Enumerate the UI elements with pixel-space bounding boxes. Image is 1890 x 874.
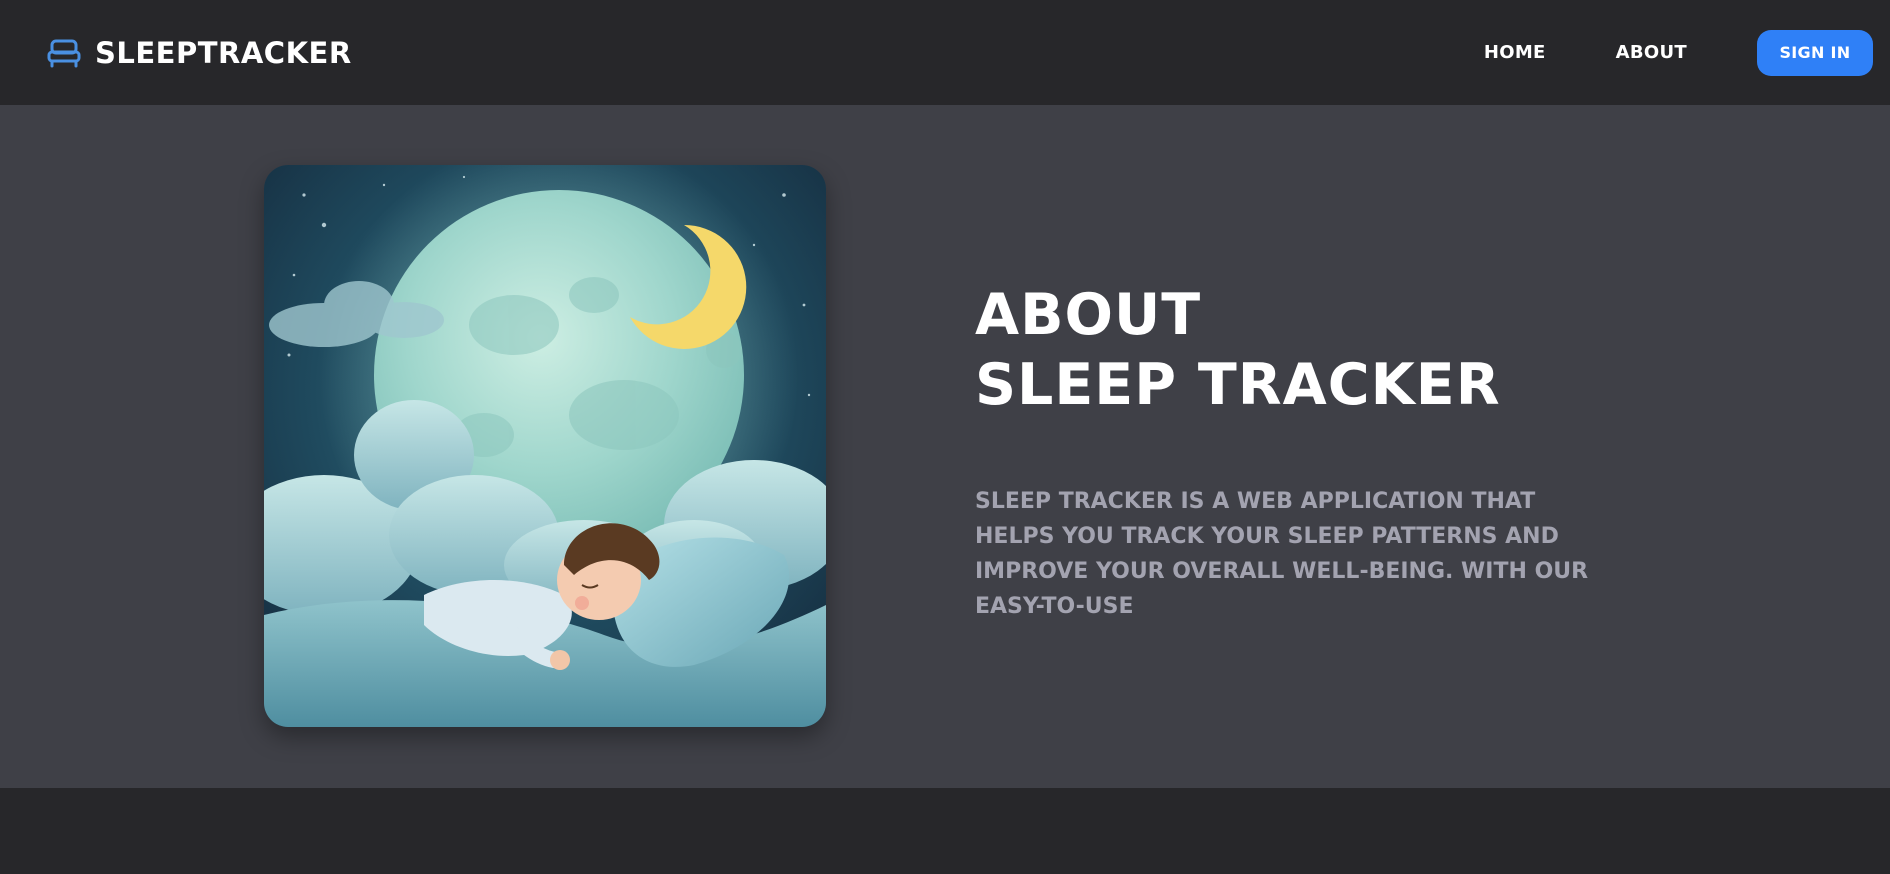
brand-name: SleepTracker (95, 35, 352, 70)
sign-in-button[interactable]: Sign In (1757, 29, 1873, 76)
bed-icon (47, 39, 81, 67)
top-navbar: SleepTracker Home About Sign In (0, 0, 1890, 105)
about-hero-section: About Sleep Tracker Sleep Tracker is a w… (0, 105, 1890, 788)
brand[interactable]: SleepTracker (47, 36, 352, 70)
nav-home-link[interactable]: Home (1484, 42, 1546, 63)
sleeping-child-moon-image (264, 165, 826, 727)
title-line-2: Sleep Tracker (975, 352, 1501, 418)
hero-text-block: About Sleep Tracker Sleep Tracker is a w… (975, 280, 1615, 624)
about-description: Sleep Tracker is a web application that … (975, 489, 1589, 619)
hero-illustration (264, 165, 826, 727)
main-nav: Home About Sign In (1414, 29, 1873, 76)
footer-band (0, 788, 1890, 874)
nav-about-link[interactable]: About (1616, 42, 1687, 63)
page-title: About Sleep Tracker (975, 280, 1615, 420)
title-line-1: About (975, 282, 1202, 348)
